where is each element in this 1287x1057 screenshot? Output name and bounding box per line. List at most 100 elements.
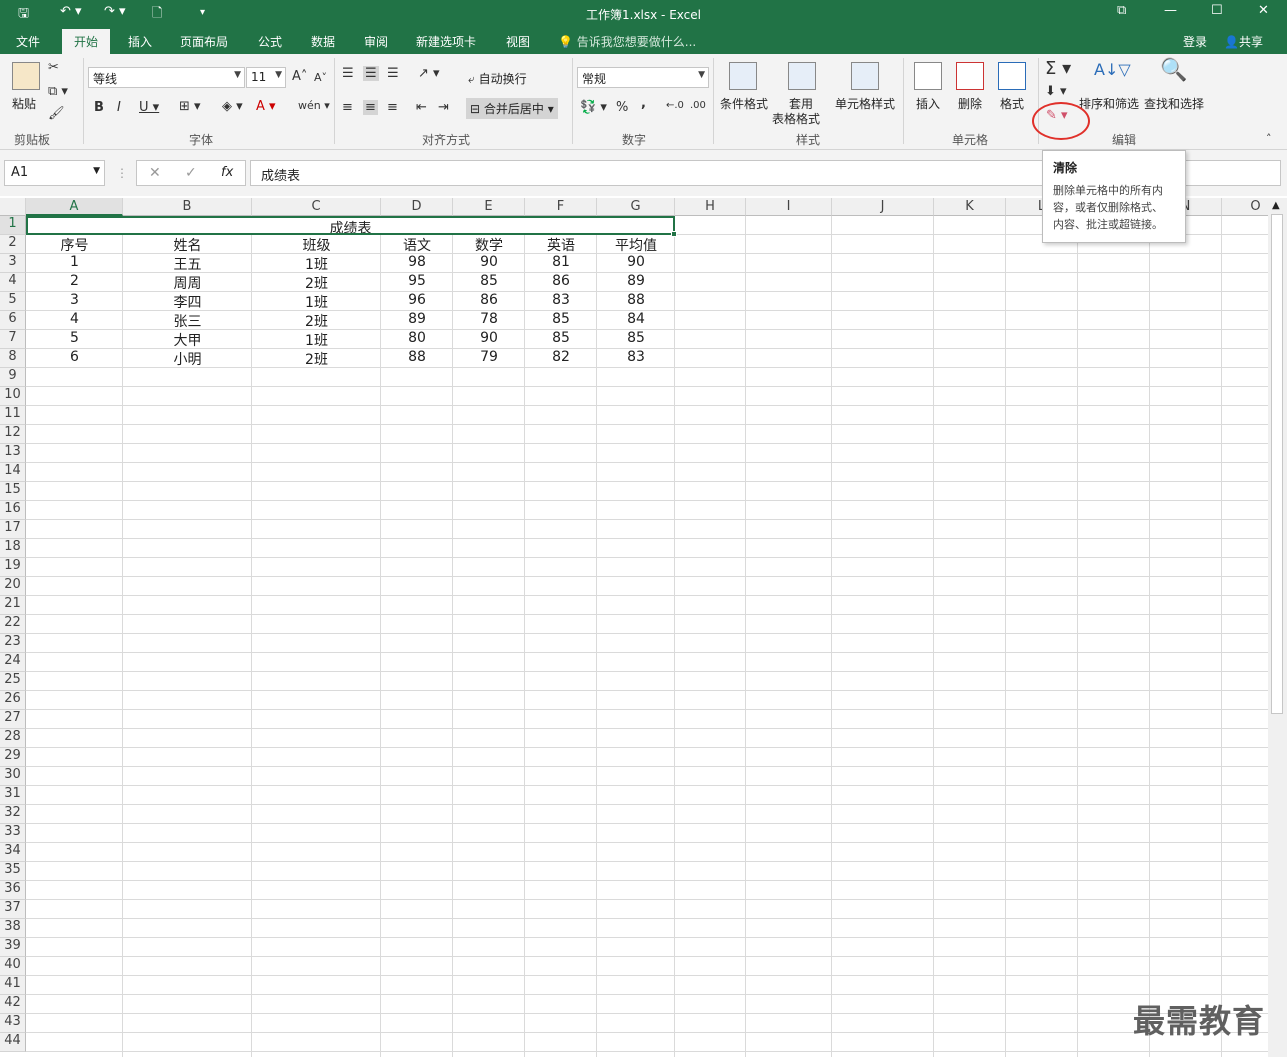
table-cell[interactable]: 大甲 <box>123 330 252 349</box>
table-cell[interactable]: 85 <box>597 330 675 349</box>
tab-formulas[interactable]: 公式 <box>258 33 282 50</box>
row-header[interactable]: 2 <box>0 235 26 254</box>
table-cell[interactable]: 86 <box>525 273 597 292</box>
bold-icon[interactable]: B <box>94 100 104 115</box>
table-cell[interactable]: 90 <box>453 330 525 349</box>
align-left-icon[interactable]: ≡ <box>342 100 353 115</box>
tell-me-search[interactable]: 💡 告诉我您想要做什么... <box>558 33 696 50</box>
table-cell[interactable]: 2班 <box>252 273 381 292</box>
table-cell[interactable]: 81 <box>525 254 597 273</box>
table-cell[interactable]: 2班 <box>252 311 381 330</box>
sort-filter-icon[interactable]: A↓▽ <box>1094 60 1131 79</box>
table-cell[interactable]: 1班 <box>252 292 381 311</box>
row-header[interactable]: 22 <box>0 615 26 634</box>
share-button[interactable]: 👤共享 <box>1224 33 1263 50</box>
table-header-cell[interactable]: 班级 <box>252 235 381 254</box>
align-top-icon[interactable]: ☰ <box>342 66 354 81</box>
collapse-ribbon-icon[interactable]: ˄ <box>1266 132 1272 145</box>
underline-icon[interactable]: U ▾ <box>139 100 159 115</box>
table-cell[interactable]: 5 <box>26 330 123 349</box>
row-header[interactable]: 3 <box>0 254 26 273</box>
worksheet-grid[interactable]: ABCDEFGHIJKLMNO1234567891011121314151617… <box>0 198 1268 1057</box>
row-header[interactable]: 16 <box>0 501 26 520</box>
comma-button[interactable]: , <box>641 96 646 111</box>
login-link[interactable]: 登录 <box>1183 33 1207 50</box>
row-header[interactable]: 43 <box>0 1014 26 1033</box>
enter-icon[interactable]: ✓ <box>185 165 197 181</box>
column-header-c[interactable]: C <box>252 198 381 216</box>
table-cell[interactable]: 89 <box>597 273 675 292</box>
row-header[interactable]: 28 <box>0 729 26 748</box>
font-name-combo[interactable]: 等线 ▼ <box>88 67 245 88</box>
maximize-icon[interactable]: ☐ <box>1211 3 1223 18</box>
paste-button[interactable]: 粘贴 <box>12 95 36 112</box>
table-cell[interactable]: 84 <box>597 311 675 330</box>
tab-file[interactable]: 文件 <box>16 33 40 50</box>
row-header[interactable]: 30 <box>0 767 26 786</box>
row-header[interactable]: 11 <box>0 406 26 425</box>
align-right-icon[interactable]: ≡ <box>387 100 398 115</box>
row-header[interactable]: 37 <box>0 900 26 919</box>
row-header[interactable]: 7 <box>0 330 26 349</box>
column-header-d[interactable]: D <box>381 198 453 216</box>
cancel-icon[interactable]: ✕ <box>149 165 161 181</box>
minimize-icon[interactable]: — <box>1164 3 1177 18</box>
table-cell[interactable]: 3 <box>26 292 123 311</box>
format-painter-icon[interactable]: 🖌 <box>48 106 65 121</box>
table-cell[interactable]: 85 <box>525 330 597 349</box>
table-cell[interactable]: 1班 <box>252 330 381 349</box>
row-header[interactable]: 38 <box>0 919 26 938</box>
drag-handle-icon[interactable]: ⋮ <box>116 166 128 180</box>
tab-home[interactable]: 开始 <box>62 29 111 54</box>
table-cell[interactable]: 83 <box>597 349 675 368</box>
column-header-h[interactable]: H <box>675 198 746 216</box>
row-header[interactable]: 29 <box>0 748 26 767</box>
table-cell[interactable]: 90 <box>597 254 675 273</box>
tab-page-layout[interactable]: 页面布局 <box>180 33 228 50</box>
fill-icon[interactable]: ⬇ ▾ <box>1045 84 1067 99</box>
table-format-button[interactable]: 表格格式 <box>772 110 820 127</box>
insert-function-icon[interactable]: fx <box>221 165 233 180</box>
table-cell[interactable]: 6 <box>26 349 123 368</box>
close-icon[interactable]: ✕ <box>1258 3 1269 18</box>
table-header-cell[interactable]: 英语 <box>525 235 597 254</box>
tab-insert[interactable]: 插入 <box>128 33 152 50</box>
ribbon-display-icon[interactable]: ⧉ <box>1117 3 1126 18</box>
table-cell[interactable]: 88 <box>381 349 453 368</box>
row-header[interactable]: 10 <box>0 387 26 406</box>
percent-button[interactable]: % <box>616 100 628 115</box>
table-cell[interactable]: 79 <box>453 349 525 368</box>
column-header-f[interactable]: F <box>525 198 597 216</box>
delete-cells-icon[interactable] <box>956 62 984 90</box>
scroll-up-icon[interactable]: ▲ <box>1272 200 1280 211</box>
font-size-combo[interactable]: 11 ▼ <box>246 67 286 88</box>
column-header-b[interactable]: B <box>123 198 252 216</box>
align-middle-icon[interactable]: ☰ <box>363 66 379 81</box>
paste-icon[interactable] <box>12 62 40 90</box>
table-cell[interactable]: 78 <box>453 311 525 330</box>
row-header[interactable]: 25 <box>0 672 26 691</box>
border-icon[interactable]: ⊞ ▾ <box>179 99 201 114</box>
row-header[interactable]: 44 <box>0 1033 26 1052</box>
conditional-format-button[interactable]: 条件格式 <box>720 95 768 112</box>
row-header[interactable]: 21 <box>0 596 26 615</box>
phonetic-icon[interactable]: wén ▾ <box>298 99 330 112</box>
table-cell[interactable]: 95 <box>381 273 453 292</box>
row-header[interactable]: 5 <box>0 292 26 311</box>
row-header[interactable]: 19 <box>0 558 26 577</box>
row-header[interactable]: 4 <box>0 273 26 292</box>
table-cell[interactable]: 85 <box>453 273 525 292</box>
table-cell[interactable]: 88 <box>597 292 675 311</box>
table-cell[interactable]: 83 <box>525 292 597 311</box>
table-header-cell[interactable]: 序号 <box>26 235 123 254</box>
table-cell[interactable]: 2 <box>26 273 123 292</box>
table-cell[interactable]: 85 <box>525 311 597 330</box>
wrap-text-button[interactable]: ⤶ 自动换行 <box>468 70 527 87</box>
table-cell[interactable]: 王五 <box>123 254 252 273</box>
conditional-format-icon[interactable] <box>729 62 757 90</box>
table-cell[interactable]: 96 <box>381 292 453 311</box>
format-cells-button[interactable]: 格式 <box>1000 95 1024 112</box>
decrease-decimal-icon[interactable]: .00 <box>690 100 706 111</box>
find-select-button[interactable]: 查找和选择 <box>1144 95 1204 112</box>
select-all-corner[interactable] <box>0 198 26 216</box>
